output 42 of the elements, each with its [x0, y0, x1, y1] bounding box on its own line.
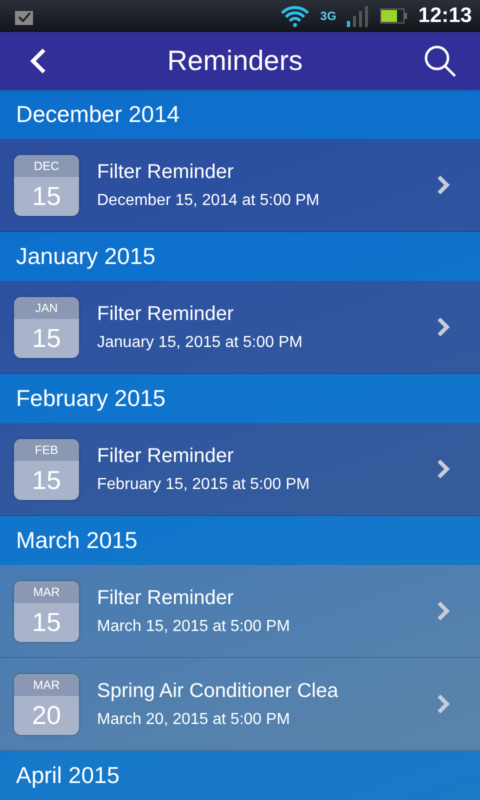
chevron-icon — [436, 458, 450, 480]
back-button[interactable] — [28, 47, 48, 75]
battery-icon — [380, 8, 408, 24]
reminder-row[interactable]: DEC 15 Filter Reminder December 15, 2014 at 5:00 PM — [0, 139, 480, 232]
signal-icon — [346, 5, 370, 27]
chevron-icon — [436, 174, 450, 196]
month-label: April 2015 — [16, 762, 120, 789]
reminder-row[interactable]: MAR 20 Spring Air Conditioner Clea March 20, 2015 at 5:00 PM — [0, 658, 480, 751]
reminder-date: December 15, 2014 at 5:00 PM — [97, 192, 320, 210]
network-type: 3G — [320, 10, 336, 22]
reminder-date: March 15, 2015 at 5:00 PM — [97, 618, 291, 636]
calendar-month: MAR — [14, 674, 79, 696]
chevron-icon — [436, 600, 450, 622]
reminder-title: Filter Reminder — [97, 302, 235, 326]
month-label: December 2014 — [16, 101, 180, 128]
calendar-day: 15 — [14, 176, 79, 216]
reminder-title: Spring Air Conditioner Clea — [97, 680, 340, 702]
reminder-date: February 15, 2015 at 5:00 PM — [97, 476, 311, 494]
reminder-date: March 20, 2015 at 5:00 PM — [97, 710, 291, 728]
calendar-day: 15 — [14, 602, 79, 642]
reminder-title: Filter Reminder — [97, 160, 235, 184]
month-label: February 2015 — [16, 385, 166, 412]
reminder-row[interactable]: MAR 15 Filter Reminder March 15, 2015 at 5:00 PM — [0, 565, 480, 658]
chevron-icon — [436, 316, 450, 338]
reminder-row[interactable]: JAN 15 Filter Reminder January 15, 2015 at 5:00 PM — [0, 281, 480, 374]
reminder-date: January 15, 2015 at 5:00 PM — [97, 334, 304, 352]
calendar-day: 15 — [14, 460, 79, 500]
clock: 12:13 — [418, 4, 472, 28]
calendar-day: 15 — [14, 318, 79, 358]
calendar-month: FEB — [14, 438, 79, 460]
calendar-day: 20 — [14, 696, 79, 734]
wifi-icon — [280, 5, 310, 27]
calendar-month: DEC — [14, 154, 79, 176]
month-label: January 2015 — [16, 243, 156, 270]
reminder-title: Filter Reminder — [97, 586, 235, 610]
chevron-icon — [436, 693, 450, 715]
reminder-title: Filter Reminder — [97, 444, 235, 468]
month-label: March 2015 — [16, 527, 138, 554]
reminder-row[interactable]: FEB 15 Filter Reminder February 15, 2015 at 5:00 PM — [0, 423, 480, 516]
screen-title: Reminders — [167, 45, 303, 77]
calendar-month: MAR — [14, 580, 79, 602]
calendar-month: JAN — [14, 296, 79, 318]
